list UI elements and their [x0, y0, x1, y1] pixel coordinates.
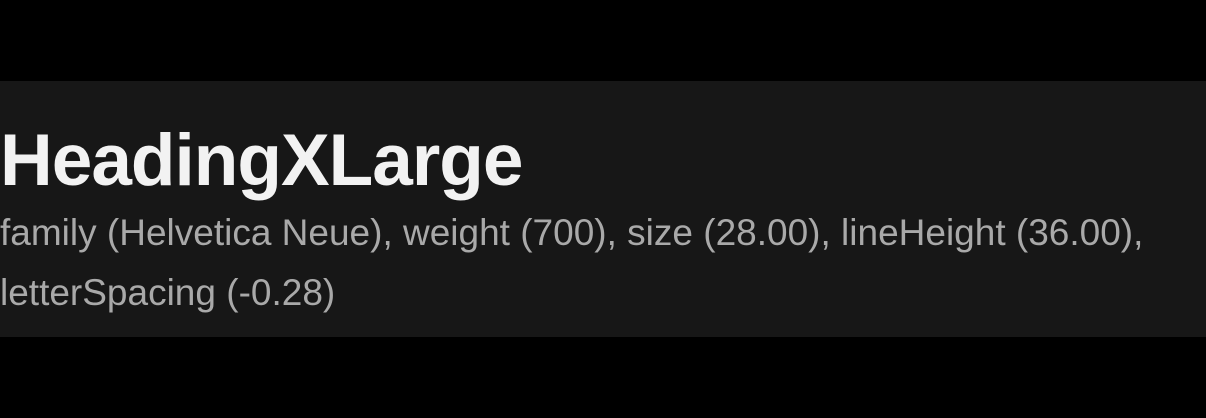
typography-token-panel: HeadingXLarge family (Helvetica Neue), w… [0, 81, 1206, 337]
token-spec-description: family (Helvetica Neue), weight (700), s… [0, 212, 1144, 313]
token-name-heading: HeadingXLarge [0, 120, 523, 201]
